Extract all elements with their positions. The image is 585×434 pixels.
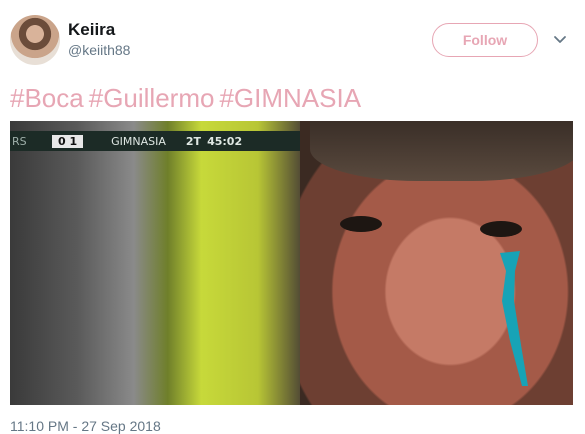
teardrop-drawing bbox=[500, 251, 528, 386]
scoreboard-right-team: GIMNASIA bbox=[111, 134, 166, 148]
hashtag-boca[interactable]: #Boca bbox=[10, 83, 84, 113]
scoreboard-period: 2T bbox=[185, 134, 202, 148]
follow-button[interactable]: Follow bbox=[432, 23, 538, 57]
author-handle[interactable]: @keiith88 bbox=[68, 42, 130, 58]
tweet-media-image[interactable]: RS 0 1 GIMNASIA 2T 45:02 bbox=[10, 121, 573, 405]
hashtag-line: #Boca #Guillermo #GIMNASIA bbox=[10, 83, 366, 114]
author-name[interactable]: Keiira bbox=[68, 20, 115, 40]
media-hair bbox=[310, 121, 573, 181]
chevron-down-icon[interactable] bbox=[553, 32, 567, 46]
scoreboard-score: 0 1 bbox=[52, 134, 84, 148]
scoreboard-clock: 45:02 bbox=[207, 134, 243, 148]
scoreboard: RS 0 1 GIMNASIA 2T 45:02 bbox=[10, 131, 300, 151]
tweet-timestamp[interactable]: 11:10 PM - 27 Sep 2018 bbox=[10, 418, 161, 434]
avatar[interactable] bbox=[10, 15, 60, 65]
hashtag-gimnasia[interactable]: #GIMNASIA bbox=[219, 83, 361, 113]
hashtag-guillermo[interactable]: #Guillermo bbox=[89, 83, 215, 113]
scoreboard-left-team: RS bbox=[12, 134, 27, 148]
media-left-eye bbox=[340, 216, 382, 232]
media-right-eye bbox=[480, 221, 522, 237]
